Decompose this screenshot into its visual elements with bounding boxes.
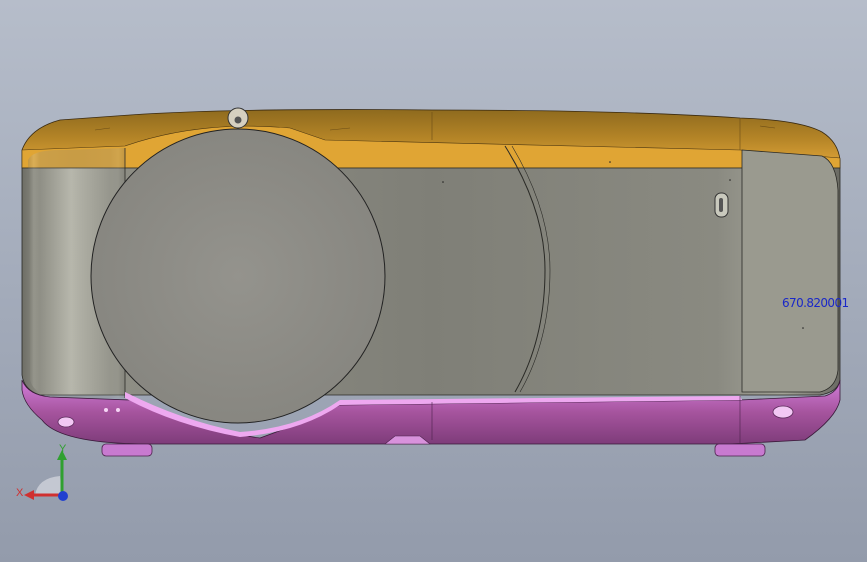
lens-tab [227, 107, 249, 129]
x-axis-label: X [16, 487, 24, 499]
triad-graphic [24, 450, 68, 501]
y-axis-label: Y [59, 443, 67, 455]
vent-hole-right [772, 405, 794, 419]
foot-right [714, 443, 766, 457]
right-end [741, 149, 839, 393]
projector-model[interactable] [0, 0, 867, 562]
graphics-viewport[interactable]: 670.820001 X Y [0, 0, 867, 562]
knob-icon [714, 192, 729, 218]
dimension-label[interactable]: 670.820001 [782, 296, 849, 310]
axis-triad: X Y [10, 440, 80, 510]
vent-hole-left [57, 416, 75, 428]
foot-left [101, 443, 153, 457]
lens-cap [90, 128, 386, 424]
